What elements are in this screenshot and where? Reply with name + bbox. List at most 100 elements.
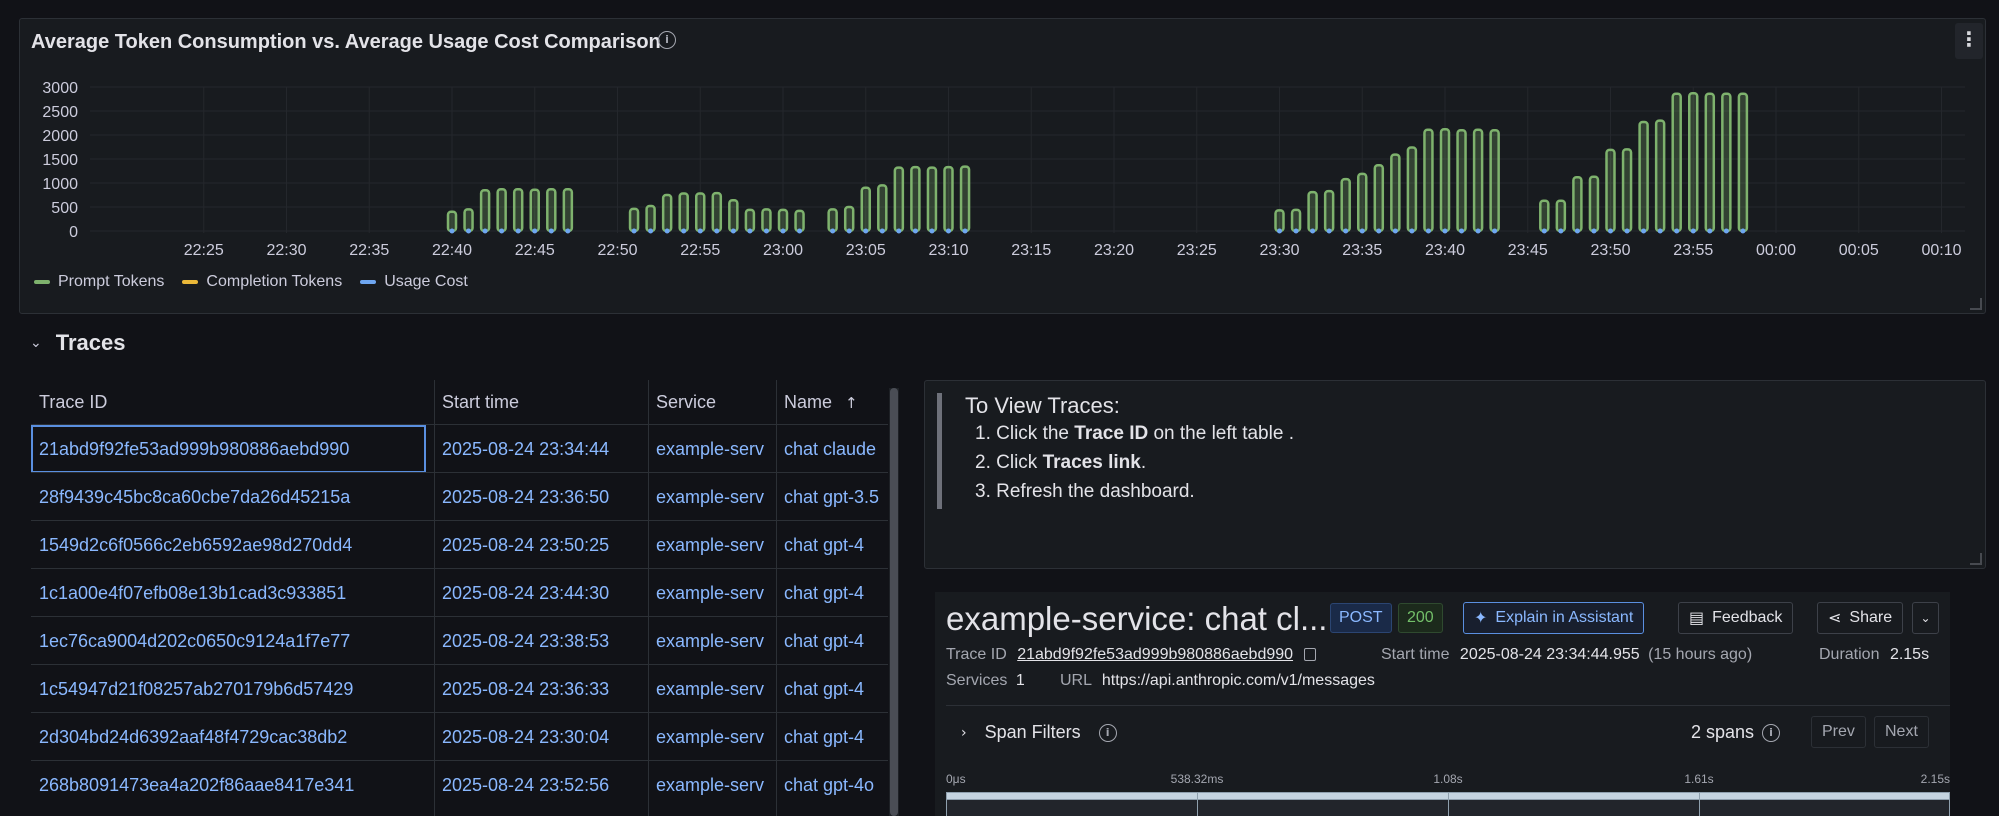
prompt-tokens-bar[interactable] <box>827 208 838 233</box>
usage-cost-point[interactable] <box>482 228 488 234</box>
prompt-tokens-bar[interactable] <box>1555 199 1567 233</box>
prompt-tokens-bar[interactable] <box>628 207 640 233</box>
prompt-tokens-bar[interactable] <box>678 192 689 233</box>
usage-cost-point[interactable] <box>1707 228 1713 234</box>
column-header-service[interactable]: Service <box>648 380 768 424</box>
usage-cost-point[interactable] <box>648 228 654 234</box>
resize-handle[interactable] <box>1970 553 1982 565</box>
table-row[interactable]: 2d304bd24d6392aaf48f4729cac38db2 2025-08-… <box>31 712 888 760</box>
prompt-tokens-bar[interactable] <box>794 209 805 233</box>
name-link[interactable]: chat gpt-4 <box>776 713 888 761</box>
usage-cost-point[interactable] <box>846 228 852 234</box>
prompt-tokens-bar[interactable] <box>1340 177 1351 233</box>
service-link[interactable]: example-serv <box>648 569 768 617</box>
usage-cost-point[interactable] <box>1641 228 1647 234</box>
prompt-tokens-bar[interactable] <box>1406 146 1418 233</box>
prompt-tokens-bar[interactable] <box>1456 128 1467 233</box>
usage-cost-point[interactable] <box>730 228 736 234</box>
usage-cost-point[interactable] <box>1723 228 1729 234</box>
prompt-tokens-bar[interactable] <box>959 165 971 233</box>
prompt-tokens-bar[interactable] <box>1572 175 1583 233</box>
start-time-link[interactable]: 2025-08-24 23:30:04 <box>434 713 639 761</box>
table-row[interactable]: 1c1a00e4f07efb08e13b1cad3c933851 2025-08-… <box>31 568 888 616</box>
prompt-tokens-bar[interactable] <box>1671 92 1682 233</box>
prompt-tokens-bar[interactable] <box>1472 128 1484 233</box>
share-button[interactable]: ⋖ Share <box>1817 602 1904 634</box>
name-link[interactable]: chat gpt-4 <box>776 665 888 713</box>
legend-item-completion-tokens[interactable]: Completion Tokens <box>182 273 342 291</box>
column-header-name[interactable]: Name ↑ <box>776 380 888 424</box>
trace-id-link[interactable]: 21abd9f92fe53ad999b980886aebd990 <box>1017 646 1293 663</box>
usage-cost-point[interactable] <box>1425 228 1431 234</box>
prompt-tokens-bar[interactable] <box>1489 128 1500 233</box>
prompt-tokens-bar[interactable] <box>1721 92 1732 233</box>
usage-cost-point[interactable] <box>631 228 637 234</box>
column-header-start-time[interactable]: Start time <box>434 380 639 424</box>
trace-id-link[interactable]: 21abd9f92fe53ad999b980886aebd990 <box>31 425 426 473</box>
usage-cost-point[interactable] <box>1574 228 1580 234</box>
service-link[interactable]: example-serv <box>648 617 768 665</box>
prompt-tokens-bar[interactable] <box>479 188 491 233</box>
service-link[interactable]: example-serv <box>648 665 768 713</box>
prompt-tokens-bar[interactable] <box>661 193 673 233</box>
usage-cost-point[interactable] <box>1392 228 1398 234</box>
prompt-tokens-bar[interactable] <box>496 187 507 233</box>
start-time-link[interactable]: 2025-08-24 23:36:33 <box>434 665 639 713</box>
name-link[interactable]: chat gpt-4o <box>776 761 888 809</box>
prompt-tokens-bar[interactable] <box>1638 120 1649 233</box>
prompt-tokens-bar[interactable] <box>1357 172 1368 233</box>
info-icon[interactable]: i <box>1098 723 1117 742</box>
usage-cost-point[interactable] <box>681 228 687 234</box>
legend-item-usage-cost[interactable]: Usage Cost <box>360 273 468 291</box>
service-link[interactable]: example-serv <box>648 425 768 473</box>
usage-cost-point[interactable] <box>449 228 455 234</box>
usage-cost-point[interactable] <box>714 228 720 234</box>
prompt-tokens-bar[interactable] <box>943 165 954 233</box>
usage-cost-point[interactable] <box>548 228 554 234</box>
usage-cost-point[interactable] <box>1326 228 1332 234</box>
usage-cost-point[interactable] <box>515 228 521 234</box>
name-link[interactable]: chat gpt-4 <box>776 569 888 617</box>
usage-cost-point[interactable] <box>830 228 836 234</box>
name-link[interactable]: chat claude <box>776 425 888 473</box>
prompt-tokens-bar[interactable] <box>728 199 739 233</box>
explain-in-assistant-button[interactable]: ✦ Explain in Assistant <box>1463 602 1645 634</box>
next-button[interactable]: Next <box>1874 716 1929 748</box>
usage-cost-point[interactable] <box>1442 228 1448 234</box>
service-link[interactable]: example-serv <box>648 761 768 809</box>
prompt-tokens-bar[interactable] <box>1621 148 1633 233</box>
usage-cost-point[interactable] <box>1492 228 1498 234</box>
prompt-tokens-bar[interactable] <box>843 205 855 233</box>
service-link[interactable]: example-serv <box>648 713 768 761</box>
prompt-tokens-bar[interactable] <box>1373 163 1385 233</box>
prompt-tokens-bar[interactable] <box>1688 91 1699 233</box>
start-time-link[interactable]: 2025-08-24 23:38:53 <box>434 617 639 665</box>
usage-cost-point[interactable] <box>1359 228 1365 234</box>
usage-cost-point[interactable] <box>1624 228 1630 234</box>
usage-cost-point[interactable] <box>1277 228 1282 234</box>
prompt-tokens-bar[interactable] <box>711 191 723 233</box>
prompt-tokens-bar[interactable] <box>1654 119 1666 233</box>
prompt-tokens-bar[interactable] <box>1704 92 1716 233</box>
prompt-tokens-bar[interactable] <box>1323 189 1335 233</box>
span-filters-toggle[interactable]: › Span Filters i <box>961 722 1117 743</box>
prompt-tokens-bar[interactable] <box>1390 153 1401 233</box>
start-time-link[interactable]: 2025-08-24 23:52:56 <box>434 761 639 809</box>
scrollbar-thumb[interactable] <box>890 388 898 816</box>
prompt-tokens-bar[interactable] <box>1290 208 1302 233</box>
start-time-link[interactable]: 2025-08-24 23:34:44 <box>434 425 639 473</box>
prompt-tokens-bar[interactable] <box>877 184 888 233</box>
usage-cost-point[interactable] <box>747 228 753 234</box>
prompt-tokens-bar[interactable] <box>695 192 706 233</box>
usage-cost-point[interactable] <box>532 228 538 234</box>
usage-cost-point[interactable] <box>929 228 935 234</box>
usage-cost-point[interactable] <box>1409 228 1415 234</box>
table-scrollbar[interactable] <box>889 388 899 816</box>
usage-cost-point[interactable] <box>1674 228 1680 234</box>
trace-id-link[interactable]: 1549d2c6f0566c2eb6592ae98d270dd4 <box>31 521 426 569</box>
trace-id-link[interactable]: 28f9439c45bc8ca60cbe7da26d45215a <box>31 473 426 521</box>
feedback-button[interactable]: ▤ Feedback <box>1678 602 1794 634</box>
usage-cost-point[interactable] <box>946 228 951 234</box>
prompt-tokens-bar[interactable] <box>1588 175 1600 233</box>
usage-cost-point[interactable] <box>1343 228 1349 234</box>
